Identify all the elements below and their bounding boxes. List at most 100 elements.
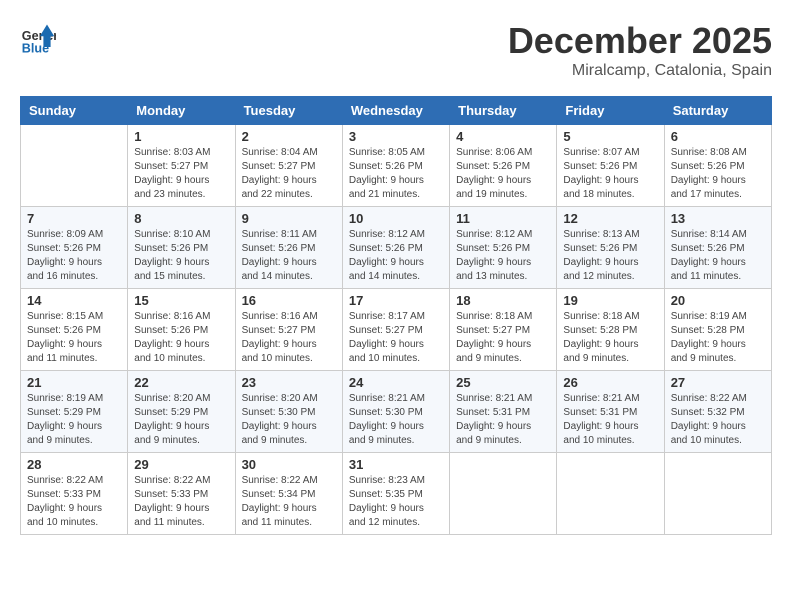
day-number: 20 xyxy=(671,293,765,308)
day-header-wednesday: Wednesday xyxy=(342,97,449,125)
daylight-text: Daylight: 9 hours and 19 minutes. xyxy=(456,175,531,200)
day-info: Sunrise: 8:20 AMSunset: 5:30 PMDaylight:… xyxy=(242,392,336,448)
calendar-week-row: 28Sunrise: 8:22 AMSunset: 5:33 PMDayligh… xyxy=(21,453,772,535)
daylight-text: Daylight: 9 hours and 15 minutes. xyxy=(134,257,209,282)
day-number: 9 xyxy=(242,211,336,226)
sunrise-text: Sunrise: 8:22 AM xyxy=(242,475,318,486)
day-info: Sunrise: 8:21 AMSunset: 5:31 PMDaylight:… xyxy=(563,392,657,448)
calendar-cell: 12 Sunrise: 8:13 AMSunset: 5:26 PMDayligh… xyxy=(557,207,664,289)
day-info: Sunrise: 8:22 AMSunset: 5:33 PMDaylight:… xyxy=(134,474,228,530)
sunset-text: Sunset: 5:30 PM xyxy=(242,407,316,418)
sunrise-text: Sunrise: 8:22 AM xyxy=(27,475,103,486)
day-number: 21 xyxy=(27,375,121,390)
day-info: Sunrise: 8:22 AMSunset: 5:32 PMDaylight:… xyxy=(671,392,765,448)
sunset-text: Sunset: 5:29 PM xyxy=(134,407,208,418)
day-info: Sunrise: 8:14 AMSunset: 5:26 PMDaylight:… xyxy=(671,228,765,284)
calendar-cell: 26 Sunrise: 8:21 AMSunset: 5:31 PMDayligh… xyxy=(557,371,664,453)
day-info: Sunrise: 8:18 AMSunset: 5:27 PMDaylight:… xyxy=(456,310,550,366)
calendar-cell: 19Sunrise: 8:18 AMSunset: 5:28 PMDayligh… xyxy=(557,289,664,371)
sunrise-text: Sunrise: 8:19 AM xyxy=(671,311,747,322)
sunset-text: Sunset: 5:26 PM xyxy=(456,161,530,172)
sunset-text: Sunset: 5:26 PM xyxy=(349,161,423,172)
day-number: 26 xyxy=(563,375,657,390)
calendar-cell: 13 Sunrise: 8:14 AMSunset: 5:26 PMDayligh… xyxy=(664,207,771,289)
sunset-text: Sunset: 5:27 PM xyxy=(134,161,208,172)
day-info: Sunrise: 8:20 AMSunset: 5:29 PMDaylight:… xyxy=(134,392,228,448)
sunrise-text: Sunrise: 8:21 AM xyxy=(563,393,639,404)
day-number: 10 xyxy=(349,211,443,226)
sunset-text: Sunset: 5:35 PM xyxy=(349,489,423,500)
daylight-text: Daylight: 9 hours and 10 minutes. xyxy=(563,421,638,446)
daylight-text: Daylight: 9 hours and 9 minutes. xyxy=(671,339,746,364)
daylight-text: Daylight: 9 hours and 10 minutes. xyxy=(671,421,746,446)
sunrise-text: Sunrise: 8:13 AM xyxy=(563,229,639,240)
day-info: Sunrise: 8:22 AMSunset: 5:33 PMDaylight:… xyxy=(27,474,121,530)
day-number: 27 xyxy=(671,375,765,390)
title-section: December 2025 Miralcamp, Catalonia, Spai… xyxy=(508,20,772,80)
calendar-cell xyxy=(450,453,557,535)
calendar-cell: 17Sunrise: 8:17 AMSunset: 5:27 PMDayligh… xyxy=(342,289,449,371)
day-number: 24 xyxy=(349,375,443,390)
sunset-text: Sunset: 5:27 PM xyxy=(349,325,423,336)
day-number: 13 xyxy=(671,211,765,226)
day-number: 11 xyxy=(456,211,550,226)
day-info: Sunrise: 8:05 AM Sunset: 5:26 PM Daylight:… xyxy=(349,146,443,202)
sunset-text: Sunset: 5:28 PM xyxy=(563,325,637,336)
sunrise-text: Sunrise: 8:19 AM xyxy=(27,393,103,404)
day-info: Sunrise: 8:19 AM Sunset: 5:28 PM Daylight:… xyxy=(671,310,765,366)
day-number: 12 xyxy=(563,211,657,226)
day-number: 25 xyxy=(456,375,550,390)
day-header-monday: Monday xyxy=(128,97,235,125)
sunrise-text: Sunrise: 8:21 AM xyxy=(456,393,532,404)
daylight-text: Daylight: 9 hours and 11 minutes. xyxy=(134,503,209,528)
sunrise-text: Sunrise: 8:17 AM xyxy=(349,311,425,322)
sunrise-text: Sunrise: 8:18 AM xyxy=(456,311,532,322)
daylight-text: Daylight: 9 hours and 9 minutes. xyxy=(563,339,638,364)
sunset-text: Sunset: 5:34 PM xyxy=(242,489,316,500)
daylight-text: Daylight: 9 hours and 14 minutes. xyxy=(242,257,317,282)
day-number: 4 xyxy=(456,129,550,144)
calendar-cell: 22Sunrise: 8:20 AMSunset: 5:29 PMDayligh… xyxy=(128,371,235,453)
sunset-text: Sunset: 5:26 PM xyxy=(27,325,101,336)
sunset-text: Sunset: 5:33 PM xyxy=(134,489,208,500)
day-info: Sunrise: 8:21 AMSunset: 5:31 PMDaylight:… xyxy=(456,392,550,448)
day-info: Sunrise: 8:11 AMSunset: 5:26 PMDaylight:… xyxy=(242,228,336,284)
sunrise-text: Sunrise: 8:05 AM xyxy=(349,147,425,158)
day-info: Sunrise: 8:04 AMSunset: 5:27 PMDaylight:… xyxy=(242,146,336,202)
calendar-cell: 2 Sunrise: 8:04 AMSunset: 5:27 PMDaylight… xyxy=(235,125,342,207)
day-number: 29 xyxy=(134,457,228,472)
sunrise-text: Sunrise: 8:20 AM xyxy=(242,393,318,404)
calendar-cell: 3Sunrise: 8:05 AMSunset: 5:26 PMDaylight… xyxy=(342,125,449,207)
day-number: 8 xyxy=(134,211,228,226)
sunset-text: Sunset: 5:26 PM xyxy=(134,243,208,254)
day-info: Sunrise: 8:12 AMSunset: 5:26 PMDaylight:… xyxy=(349,228,443,284)
day-info: Sunrise: 8:17 AMSunset: 5:27 PMDaylight:… xyxy=(349,310,443,366)
calendar-cell: 7Sunrise: 8:09 AMSunset: 5:26 PMDaylight… xyxy=(21,207,128,289)
daylight-text: Daylight: 9 hours and 9 minutes. xyxy=(456,339,531,364)
daylight-text: Daylight: 9 hours and 11 minutes. xyxy=(242,503,317,528)
sunset-text: Sunset: 5:26 PM xyxy=(134,325,208,336)
day-number: 23 xyxy=(242,375,336,390)
location-title: Miralcamp, Catalonia, Spain xyxy=(508,62,772,80)
day-number: 1 xyxy=(134,129,228,144)
daylight-text: Daylight: 9 hours and 10 minutes. xyxy=(27,503,102,528)
sunset-text: Sunset: 5:28 PM xyxy=(671,325,745,336)
sunrise-text: Sunrise: 8:09 AM xyxy=(27,229,103,240)
day-number: 31 xyxy=(349,457,443,472)
daylight-text: Daylight: 9 hours and 23 minutes. xyxy=(134,175,209,200)
day-info: Sunrise: 8:18 AMSunset: 5:28 PMDaylight:… xyxy=(563,310,657,366)
day-number: 5 xyxy=(563,129,657,144)
day-header-friday: Friday xyxy=(557,97,664,125)
daylight-text: Daylight: 9 hours and 21 minutes. xyxy=(349,175,424,200)
day-info: Sunrise: 8:13 AMSunset: 5:26 PMDaylight:… xyxy=(563,228,657,284)
day-info: Sunrise: 8:23 AMSunset: 5:35 PMDaylight:… xyxy=(349,474,443,530)
calendar-cell xyxy=(21,125,128,207)
calendar-cell: 11Sunrise: 8:12 AMSunset: 5:26 PMDayligh… xyxy=(450,207,557,289)
sunset-text: Sunset: 5:26 PM xyxy=(671,243,745,254)
day-number: 17 xyxy=(349,293,443,308)
month-title: December 2025 xyxy=(508,20,772,62)
day-number: 2 xyxy=(242,129,336,144)
daylight-text: Daylight: 9 hours and 12 minutes. xyxy=(349,503,424,528)
daylight-text: Daylight: 9 hours and 10 minutes. xyxy=(242,339,317,364)
day-info: Sunrise: 8:15 AMSunset: 5:26 PMDaylight:… xyxy=(27,310,121,366)
